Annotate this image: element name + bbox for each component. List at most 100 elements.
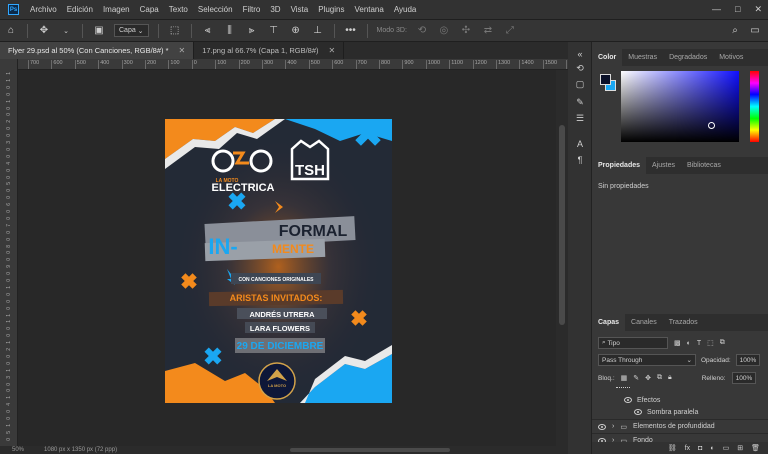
color-picker-cursor[interactable] — [708, 122, 715, 129]
foreground-color-swatch[interactable] — [600, 74, 611, 85]
ruler-tick: 1 — [6, 313, 12, 317]
close-icon[interactable]: ✕ — [179, 46, 186, 55]
fill-input[interactable]: 100% — [731, 372, 756, 384]
eye-icon[interactable] — [634, 409, 642, 415]
align-top-icon[interactable]: ⊤ — [267, 24, 281, 38]
filter-type-icon[interactable]: T — [697, 340, 701, 347]
character-icon[interactable]: A — [574, 138, 586, 150]
ruler-tick: 3 — [6, 141, 12, 144]
layer-filter-dropdown[interactable]: ⌕ Tipo — [598, 337, 668, 349]
link-icon[interactable]: ⛓︎ — [668, 444, 677, 452]
minimize-button[interactable]: — — [712, 4, 721, 15]
opacity-input[interactable]: 100% — [735, 354, 760, 366]
color-picker-field[interactable] — [621, 71, 739, 142]
lock-pixels-icon[interactable]: ▦ — [621, 374, 628, 382]
lock-all-icon[interactable]: 🔒︎ — [668, 374, 672, 382]
search-icon[interactable]: ⌕ — [728, 24, 742, 38]
ruler-tick: 2 — [6, 348, 12, 351]
tab-color[interactable]: Color — [592, 49, 623, 66]
menu-3d[interactable]: 3D — [265, 5, 285, 14]
trash-icon[interactable]: 🗑︎ — [751, 444, 760, 452]
filter-pixel-icon[interactable]: ▩ — [674, 339, 681, 347]
guest-1-text: ANDRÉS UTRERA — [249, 310, 315, 319]
tab-canales[interactable]: Canales — [625, 314, 663, 331]
tab-flyer-29[interactable]: Flyer 29.psd al 50% (Con Canciones, RGB/… — [0, 42, 195, 59]
paragraph-icon[interactable]: ¶ — [574, 154, 586, 166]
photoshop-logo-icon[interactable]: Ps — [8, 4, 19, 15]
hue-slider[interactable] — [750, 71, 759, 142]
canvas-area[interactable]: LA MOTO ELECTRICA TSH IN- FORMAL MENTE C… — [18, 70, 556, 446]
new-group-icon[interactable]: ▭ — [723, 444, 730, 452]
align-middle-icon[interactable]: ⊕ — [289, 24, 303, 38]
tab-degradados[interactable]: Degradados — [663, 49, 713, 66]
properties-icon[interactable]: ▢ — [574, 78, 586, 90]
chevron-right-icon[interactable]: › — [612, 423, 614, 430]
layer-row-sombra[interactable]: Sombra paralela — [592, 405, 768, 419]
fx-icon[interactable]: fx — [685, 445, 690, 452]
layer-select-dropdown[interactable]: Capa ⌄ — [114, 24, 149, 37]
mask-icon[interactable]: ◘ — [698, 445, 702, 452]
lock-artboard-icon[interactable]: ⧉ — [657, 374, 662, 382]
ruler-tick: 4 — [6, 161, 12, 165]
brush-icon[interactable]: ✎ — [574, 96, 586, 108]
filter-smart-icon[interactable]: ⧉ — [720, 339, 725, 347]
close-button[interactable]: ✕ — [754, 4, 762, 15]
align-left-icon[interactable]: ⫷ — [201, 24, 215, 38]
align-right-icon[interactable]: ⫸ — [245, 24, 259, 38]
menu-capa[interactable]: Capa — [135, 5, 164, 14]
tab-17-png[interactable]: 17.png al 66.7% (Capa 1, RGB/8#) ✕ — [194, 42, 345, 59]
tab-propiedades[interactable]: Propiedades — [592, 157, 647, 174]
doc-size[interactable]: 1080 px x 1350 px (72 ppp) — [44, 447, 117, 453]
menu-archivo[interactable]: Archivo — [25, 5, 62, 14]
home-icon[interactable]: ⌂ — [4, 24, 18, 38]
filter-shape-icon[interactable]: ⬚ — [707, 339, 714, 347]
menu-texto[interactable]: Texto — [164, 5, 193, 14]
tab-bibliotecas[interactable]: Bibliotecas — [681, 157, 727, 174]
adjustment-icon[interactable]: ◐ — [710, 445, 714, 452]
zoom-level[interactable]: 50% — [12, 447, 24, 453]
vertical-scrollbar[interactable] — [556, 70, 568, 446]
align-center-icon[interactable]: ⫼ — [223, 24, 237, 38]
tab-muestras[interactable]: Muestras — [622, 49, 663, 66]
ruler-tick: 0 — [6, 389, 12, 393]
tab-ajustes[interactable]: Ajustes — [646, 157, 681, 174]
blend-mode-dropdown[interactable]: Pass Through ⌄ — [598, 354, 696, 366]
menu-ayuda[interactable]: Ayuda — [389, 5, 422, 14]
close-icon[interactable]: ✕ — [329, 46, 336, 55]
history-icon[interactable]: ⟲ — [574, 62, 586, 74]
chevron-down-icon[interactable]: ⌄ — [59, 24, 73, 38]
ruler-tick: 1000 — [425, 60, 440, 69]
horizontal-scrollbar[interactable] — [290, 448, 450, 452]
eye-icon[interactable] — [598, 423, 606, 430]
menu-plugins[interactable]: Plugins — [313, 5, 349, 14]
menu-filtro[interactable]: Filtro — [238, 5, 266, 14]
more-options-icon[interactable]: ••• — [344, 24, 358, 38]
flyer-artwork[interactable]: LA MOTO ELECTRICA TSH IN- FORMAL MENTE C… — [165, 119, 392, 403]
move-tool-icon[interactable]: ✥ — [37, 24, 51, 38]
menu-imagen[interactable]: Imagen — [98, 5, 135, 14]
panel-icon-strip: « ⟲ ▢ ✎ ☰ A ¶ — [568, 42, 592, 454]
tab-trazados[interactable]: Trazados — [663, 314, 704, 331]
tab-capas[interactable]: Capas — [592, 314, 626, 331]
menu-vista[interactable]: Vista — [286, 5, 314, 14]
tab-motivos[interactable]: Motivos — [713, 49, 749, 66]
ruler-tick: 0 — [6, 147, 12, 151]
lock-brush-icon[interactable]: ✎ — [633, 374, 639, 382]
collapse-panels-icon[interactable]: « — [574, 48, 586, 60]
menu-ventana[interactable]: Ventana — [349, 5, 388, 14]
workspace-icon[interactable]: ▭ — [748, 24, 762, 38]
sliders-icon[interactable]: ☰ — [574, 112, 586, 124]
eye-icon[interactable] — [624, 397, 632, 403]
align-bottom-icon[interactable]: ⊥ — [311, 24, 325, 38]
new-layer-icon[interactable]: ⊞ — [737, 444, 743, 452]
scrollbar-thumb[interactable] — [559, 125, 565, 325]
menu-seleccion[interactable]: Selección — [193, 5, 238, 14]
layer-row-elementos[interactable]: › ▭ Elementos de profundidad — [592, 419, 768, 433]
transform-controls-icon[interactable]: ⬚ — [168, 24, 182, 38]
filter-adjust-icon[interactable]: ◐ — [687, 340, 691, 347]
lock-move-icon[interactable]: ✥ — [645, 374, 651, 382]
auto-select-icon[interactable]: ▣ — [92, 24, 106, 38]
ruler-tick: 0 — [6, 237, 12, 241]
maximize-button[interactable]: □ — [735, 4, 740, 15]
menu-edicion[interactable]: Edición — [62, 5, 98, 14]
